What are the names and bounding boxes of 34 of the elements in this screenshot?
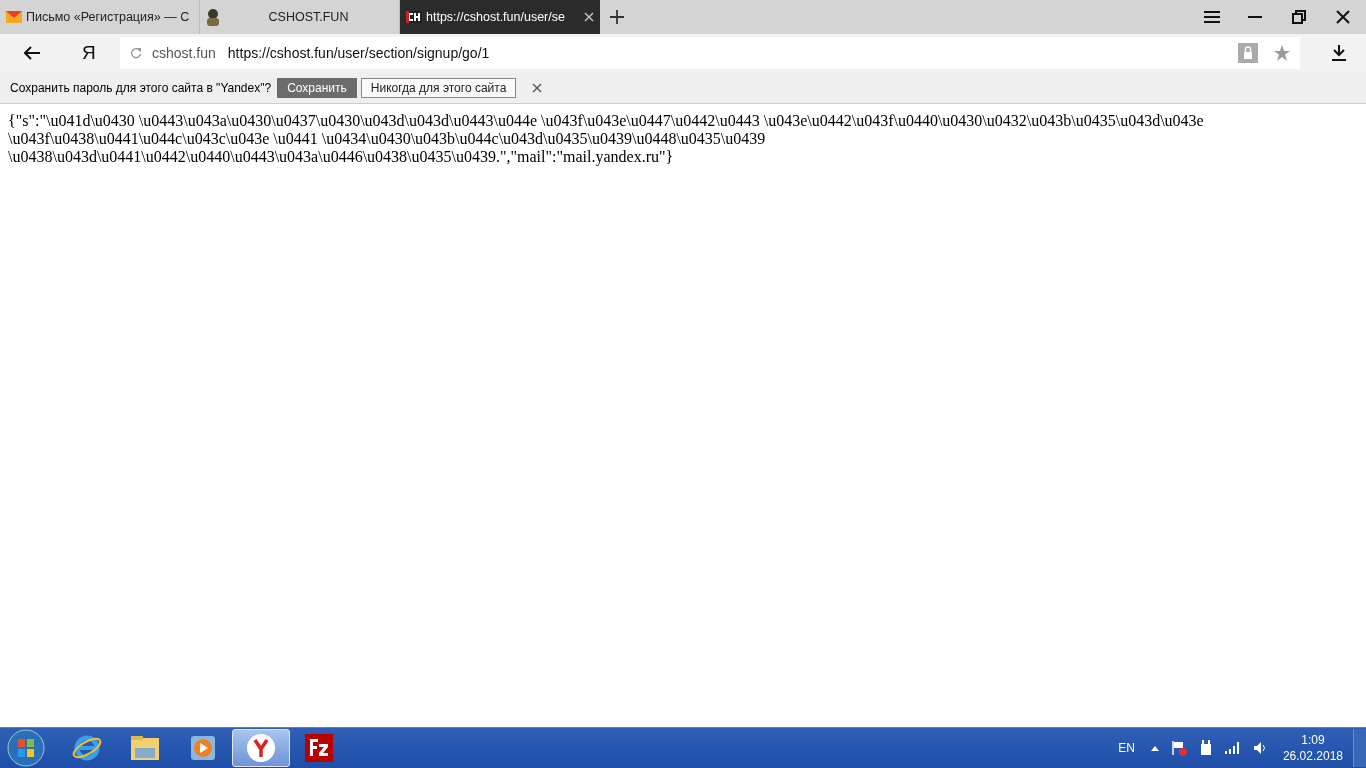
- save-button[interactable]: Сохранить: [277, 77, 357, 98]
- address-bar[interactable]: cshost.fun https://cshost.fun/user/section/signup/go/1: [120, 37, 1300, 69]
- y-logo-icon: [245, 732, 277, 764]
- star-icon[interactable]: [1274, 45, 1290, 61]
- speaker-icon[interactable]: [1252, 741, 1267, 755]
- clock-time[interactable]: 1:09: [1301, 732, 1325, 748]
- signal-bars-icon[interactable]: [1224, 742, 1241, 754]
- start-button-icon[interactable]: [6, 728, 46, 768]
- show-hidden-icons-icon[interactable]: [1150, 745, 1159, 751]
- url-text: https://cshost.fun/user/section/signup/go/1: [227, 45, 490, 61]
- domain-text: cshost.fun: [152, 45, 216, 61]
- site-logo-icon: [406, 11, 422, 23]
- close-icon[interactable]: [1336, 10, 1350, 24]
- restore-icon[interactable]: [1292, 10, 1306, 24]
- person-icon: [206, 8, 220, 26]
- never-button[interactable]: Никогда для этого сайта: [360, 77, 517, 98]
- back-arrow-icon[interactable]: [24, 46, 40, 60]
- power-plug-icon[interactable]: [1198, 740, 1213, 756]
- close-icon[interactable]: [532, 82, 543, 93]
- envelope-icon: [6, 11, 22, 23]
- fz-logo-icon: [303, 732, 335, 764]
- browser-tab[interactable]: https://cshost.fun/user/se: [400, 0, 600, 34]
- menu-icon[interactable]: [1204, 11, 1220, 23]
- json-response-text: {"s":"\u041d\u0430 \u0443\u043a\u0430\u0437\u0430\u043d\u043d\u0443\u044e \u043f\u043e\u0447\u0442\u0443 \u043e\u0442\u043f\u0440\u0430\u0432\u043b\u0435\u043d\u043e \u043f\u0438\u0441\u044c\u043c\u043e \u0441 \u0434\u0430\u043b\u044c\u043d\u0435\u0439\u0448\u0435\u0439 \u0438\u043d\u0441\u0442\u0440\u0443\u043a\u0446\u0438\u0435\u0439.","mail":"mail.yandex.ru"}: [8, 112, 1205, 166]
- download-icon[interactable]: [1332, 45, 1346, 61]
- minimize-icon[interactable]: [1248, 15, 1262, 19]
- browser-logo[interactable]: Я: [82, 42, 96, 64]
- clock-date[interactable]: 26.02.2018: [1282, 748, 1343, 764]
- taskbar-button[interactable]: [232, 729, 290, 767]
- flag-icon[interactable]: [1170, 740, 1187, 756]
- save-password-prompt: Сохранить пароль для этого сайта в "Yandex"?: [10, 80, 272, 95]
- new-tab-icon[interactable]: [610, 10, 624, 24]
- reload-icon[interactable]: [130, 47, 142, 59]
- language-indicator[interactable]: EN: [1118, 741, 1135, 755]
